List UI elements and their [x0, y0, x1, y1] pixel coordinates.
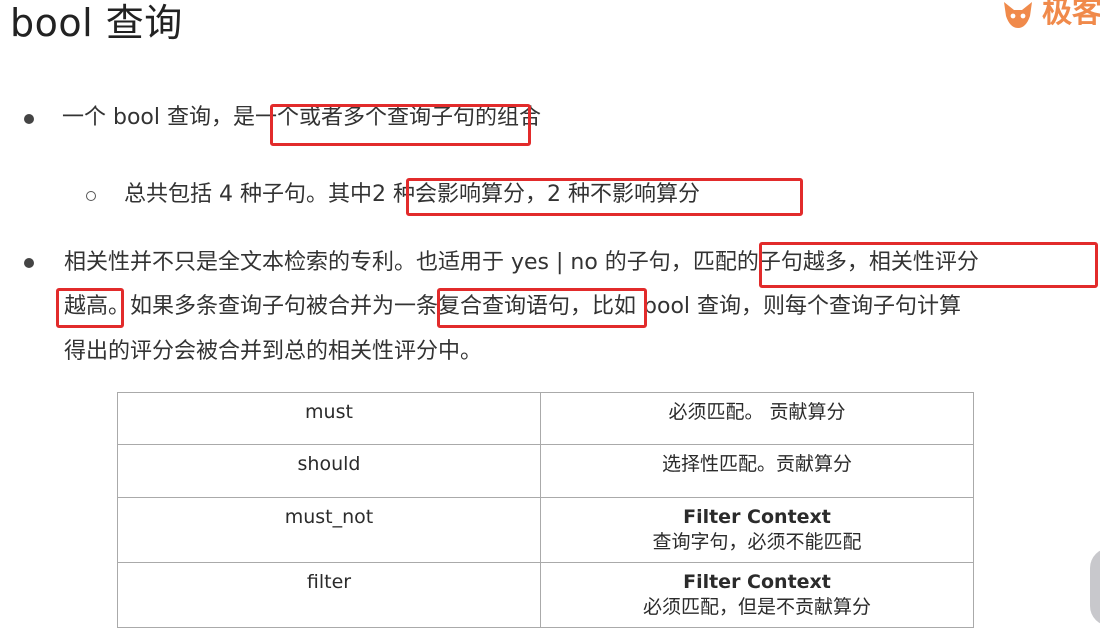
clause-cell: must: [117, 392, 541, 445]
description-cell: 必须匹配。 贡献算分: [540, 392, 974, 445]
bullet-2-line-2: 越高。如果多条查询子句被合并为一条复合查询语句，比如 bool 查询，则每个查询…: [64, 293, 961, 321]
description-text: 必须匹配，但是不贡献算分: [642, 596, 871, 618]
scroll-handle[interactable]: [1090, 548, 1100, 626]
sub-bullet-dot: [86, 191, 96, 201]
table-row: must_not Filter Context 查询字句，必须不能匹配: [117, 497, 974, 563]
logo-icon: [1004, 2, 1032, 28]
sub-bullet-line: 总共包括 4 种子句。其中2 种会影响算分，2 种不影响算分: [124, 181, 700, 209]
bullet-1-highlight: 一个或者多个查询子句: [254, 105, 475, 130]
description-bold: Filter Context: [683, 571, 831, 593]
bullet-line-1: 一个 bool 查询，是一个或者多个查询子句的组合: [62, 104, 541, 132]
bullet-2-line-1: 相关性并不只是全文本检索的专利。也适用于 yes | no 的子句，匹配的子句越…: [64, 249, 979, 277]
bullet-2-text-c: ，比如 bool 查询，则每个查询子句计算: [570, 294, 962, 319]
clause-cell: must_not: [117, 497, 541, 563]
slide-title: bool 查询: [10, 1, 183, 45]
description-cell: Filter Context 必须匹配，但是不贡献算分: [540, 562, 974, 628]
bool-clause-table: must 必须匹配。 贡献算分 should 选择性匹配。贡献算分 must_n…: [117, 392, 974, 628]
brand-logo: 极客: [996, 0, 1100, 36]
bullet-2-highlight-b: 越高: [64, 294, 109, 319]
bullet-dot: [24, 114, 34, 124]
table-row: filter Filter Context 必须匹配，但是不贡献算分: [117, 562, 974, 628]
description-text: 查询字句，必须不能匹配: [652, 531, 862, 553]
table-row: should 选择性匹配。贡献算分: [117, 444, 974, 498]
logo-text: 极客: [1042, 0, 1100, 30]
bullet-1-text-a: 一个 bool 查询，是: [62, 105, 255, 130]
sub-bullet-text-a: 总共包括 4 种子句。其中: [124, 182, 372, 207]
description-cell: Filter Context 查询字句，必须不能匹配: [540, 497, 974, 563]
description-cell: 选择性匹配。贡献算分: [540, 444, 974, 498]
bullet-2-text-a: 相关性并不只是全文本检索的专利。也适用于 yes | no 的子句，: [64, 250, 693, 275]
description-text: 选择性匹配。贡献算分: [661, 453, 852, 475]
bullet-2-highlight-c: 一条复合查询语句: [394, 294, 571, 319]
bullet-1-text-b: 的组合: [475, 105, 542, 130]
bullet-2-highlight-a: 匹配的子句越多，相关性评分: [692, 250, 979, 275]
bullet-2-line-3: 得出的评分会被合并到总的相关性评分中。: [64, 339, 483, 364]
clause-cell: filter: [117, 562, 541, 628]
table-row: must 必须匹配。 贡献算分: [117, 392, 974, 445]
description-bold: Filter Context: [683, 506, 831, 528]
description-text: 必须匹配。 贡献算分: [668, 401, 846, 423]
sub-bullet-highlight: 2 种会影响算分，2 种不影响算分: [371, 182, 700, 207]
bullet-2-text-b: 。如果多条查询子句被合并为: [108, 294, 395, 319]
clause-cell: should: [117, 444, 541, 498]
bullet-dot: [24, 258, 34, 268]
